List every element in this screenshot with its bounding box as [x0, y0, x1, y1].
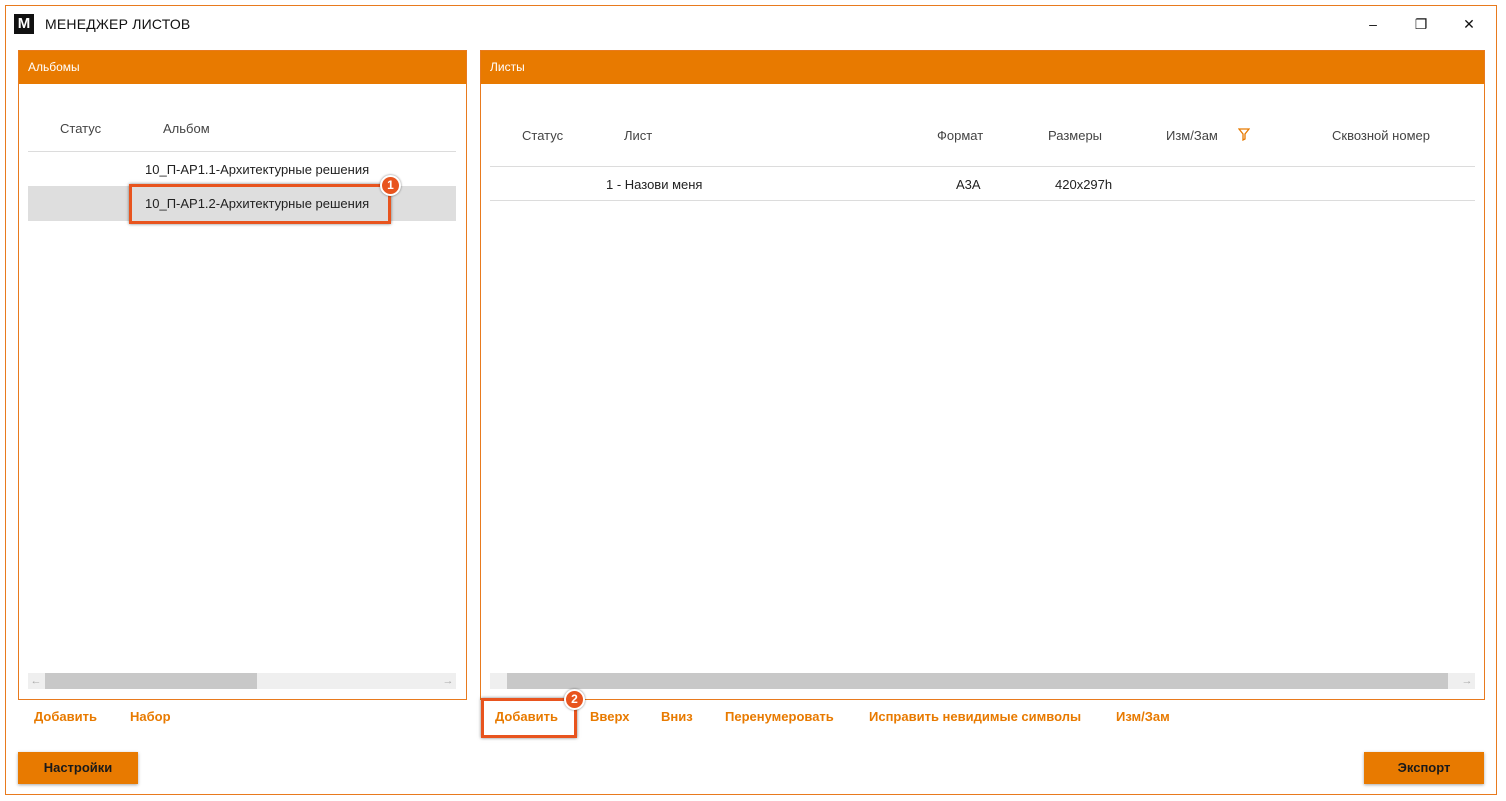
arrow-left-icon[interactable]: ← [28, 673, 44, 689]
sheet-manager-window: M МЕНЕДЖЕР ЛИСТОВ – ❐ ✕ Альбомы Статус А… [5, 5, 1497, 795]
sheets-col-format[interactable]: Формат [937, 128, 983, 143]
move-up-button[interactable]: Вверх [590, 709, 629, 724]
albums-add-button[interactable]: Добавить [34, 709, 97, 724]
albums-panel: Альбомы Статус Альбом 10_П-АР1.1-Архитек… [18, 50, 467, 700]
sheets-col-status[interactable]: Статус [522, 128, 563, 143]
close-icon: ✕ [1463, 15, 1475, 32]
callout-highlight-1 [129, 184, 391, 224]
title-bar: M МЕНЕДЖЕР ЛИСТОВ – ❐ ✕ [6, 6, 1496, 42]
row-divider [490, 200, 1475, 201]
sheets-horizontal-scrollbar[interactable]: → [490, 673, 1475, 689]
album-name: 10_П-АР1.1-Архитектурные решения [145, 162, 370, 177]
callout-highlight-2 [481, 698, 577, 738]
sheets-col-number[interactable]: Сквозной номер [1332, 128, 1430, 143]
albums-set-button[interactable]: Набор [130, 709, 171, 724]
callout-badge-2: 2 [564, 689, 585, 710]
minimize-icon: – [1369, 16, 1377, 32]
table-row[interactable]: 1 - Назови меня А3А 420x297h [490, 167, 1475, 201]
albums-col-album[interactable]: Альбом [163, 121, 210, 136]
restore-button[interactable]: ❐ [1401, 10, 1441, 38]
move-down-button[interactable]: Вниз [661, 709, 693, 724]
sheet-size: 420x297h [1055, 177, 1113, 192]
sheets-col-size[interactable]: Размеры [1048, 128, 1102, 143]
scrollbar-thumb[interactable] [507, 673, 1448, 689]
albums-col-status[interactable]: Статус [60, 121, 101, 136]
close-button[interactable]: ✕ [1449, 10, 1489, 38]
sheet-name: 1 - Назови меня [606, 177, 703, 192]
albums-panel-header: Альбомы [19, 51, 466, 84]
settings-button[interactable]: Настройки [18, 752, 138, 784]
filter-icon[interactable] [1238, 128, 1250, 141]
sheets-col-sheet[interactable]: Лист [624, 128, 652, 143]
sheets-panel-header: Листы [481, 51, 1484, 84]
arrow-left-icon[interactable] [490, 673, 506, 689]
scrollbar-thumb[interactable] [45, 673, 257, 689]
change-replace-button[interactable]: Изм/Зам [1116, 709, 1170, 724]
callout-badge-1: 1 [380, 175, 401, 196]
restore-icon: ❐ [1414, 15, 1428, 32]
albums-header-divider [28, 151, 456, 152]
sheet-format: А3А [956, 177, 981, 192]
arrow-right-icon[interactable]: → [440, 673, 456, 689]
renumber-button[interactable]: Перенумеровать [725, 709, 834, 724]
sheets-col-change[interactable]: Изм/Зам [1166, 128, 1218, 143]
app-logo: M [14, 14, 34, 34]
arrow-right-icon[interactable]: → [1459, 673, 1475, 689]
albums-horizontal-scrollbar[interactable]: ← → [28, 673, 456, 689]
fix-invisible-symbols-button[interactable]: Исправить невидимые символы [869, 709, 1081, 724]
sheets-panel: Листы Статус Лист Формат Размеры Изм/Зам… [480, 50, 1485, 700]
window-title: МЕНЕДЖЕР ЛИСТОВ [45, 16, 191, 32]
export-button[interactable]: Экспорт [1364, 752, 1484, 784]
minimize-button[interactable]: – [1353, 10, 1393, 38]
